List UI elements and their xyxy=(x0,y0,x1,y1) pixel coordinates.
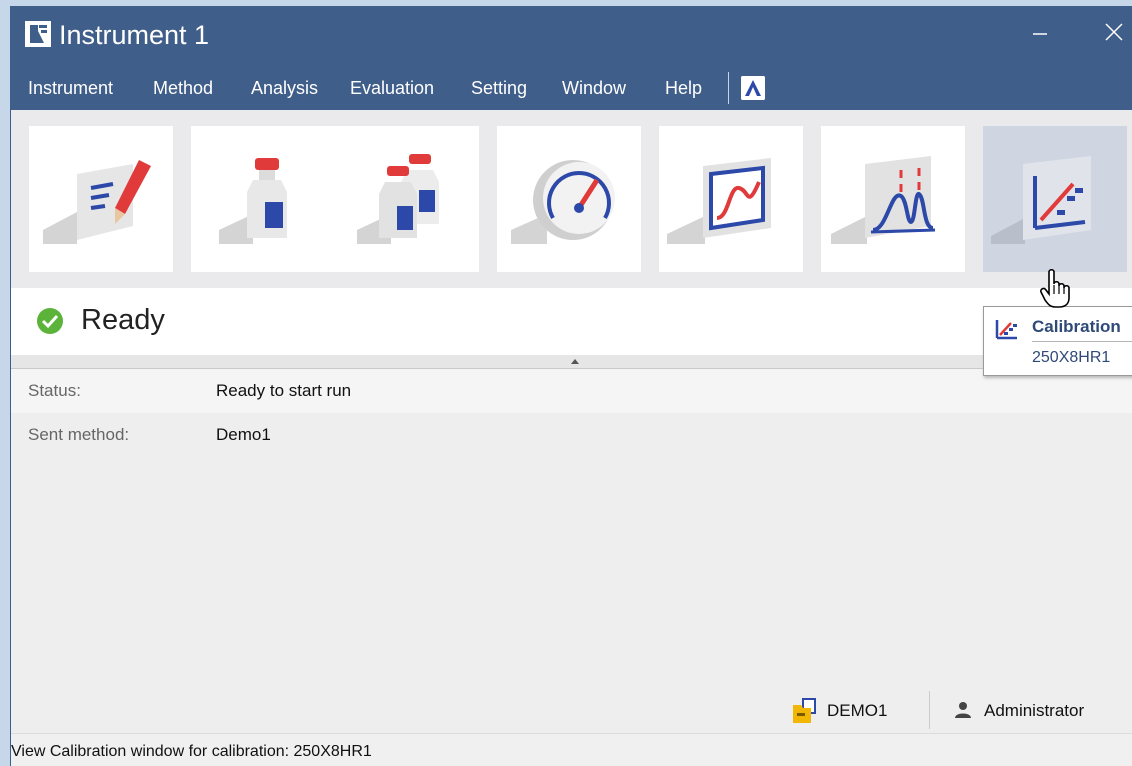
footer-bar: DEMO1 Administrator xyxy=(11,687,1132,733)
menu-bar: Instrument Method Analysis Evaluation Se… xyxy=(11,68,1132,110)
chromatogram-icon xyxy=(831,156,936,244)
sent-method-label: Sent method: xyxy=(28,425,130,444)
method-name[interactable]: DEMO1 xyxy=(827,701,887,721)
method-folder-icon[interactable] xyxy=(791,697,821,725)
minimize-icon[interactable] xyxy=(1025,18,1055,48)
instrument-window: Instrument 1 Instrument Method Analysis … xyxy=(10,6,1132,766)
status-line-text: View Calibration window for calibration:… xyxy=(11,743,372,760)
window-title: Instrument 1 xyxy=(59,20,210,50)
toolbar xyxy=(11,110,1132,288)
ready-state-text: Ready xyxy=(81,304,165,336)
panel-splitter[interactable] xyxy=(11,355,1132,369)
status-row: Status: Ready to start run xyxy=(11,369,1132,413)
menu-help[interactable]: Help xyxy=(665,78,702,99)
samples-tile[interactable] xyxy=(191,126,516,272)
edit-method-tile[interactable] xyxy=(29,126,173,272)
ready-panel: Ready xyxy=(11,288,1132,360)
close-icon[interactable] xyxy=(1099,18,1129,48)
gauge-icon xyxy=(511,160,615,244)
menu-window[interactable]: Window xyxy=(562,78,626,99)
status-value: Ready to start run xyxy=(216,381,352,400)
brand-logo-icon[interactable] xyxy=(741,76,765,100)
calibration-icon xyxy=(991,156,1091,244)
menu-method[interactable]: Method xyxy=(153,78,213,99)
details-area xyxy=(11,457,1132,687)
monitor-chart-icon xyxy=(667,158,771,244)
calibration-icon-small xyxy=(995,320,1017,340)
tooltip-title: Calibration xyxy=(1032,317,1121,336)
calibration-tooltip: Calibration 250X8HR1 xyxy=(983,306,1132,376)
menu-analysis[interactable]: Analysis xyxy=(251,78,318,99)
menu-setting[interactable]: Setting xyxy=(471,78,527,99)
hand-cursor-icon xyxy=(1040,268,1070,308)
single-sample-icon xyxy=(219,158,287,244)
chromatogram-tile[interactable] xyxy=(821,126,965,272)
title-bar: Instrument 1 xyxy=(11,6,1132,68)
check-circle-icon xyxy=(37,308,63,334)
batch-samples-icon xyxy=(357,154,439,244)
calibration-tile[interactable] xyxy=(983,126,1127,272)
sent-method-row: Sent method: Demo1 xyxy=(11,413,1132,457)
edit-method-icon xyxy=(43,160,151,244)
app-flask-icon xyxy=(25,21,51,47)
sent-method-value: Demo1 xyxy=(216,425,271,444)
tooltip-divider xyxy=(1032,341,1132,342)
tooltip-subtitle: 250X8HR1 xyxy=(1032,349,1111,366)
menu-separator xyxy=(728,72,729,104)
collapse-arrow-icon[interactable] xyxy=(571,359,579,364)
status-line: View Calibration window for calibration:… xyxy=(11,733,1132,766)
user-icon[interactable] xyxy=(953,700,973,720)
status-label: Status: xyxy=(28,381,81,400)
menu-evaluation[interactable]: Evaluation xyxy=(350,78,434,99)
monitor-tile[interactable] xyxy=(659,126,803,272)
gauge-tile[interactable] xyxy=(497,126,641,272)
menu-instrument[interactable]: Instrument xyxy=(28,78,113,99)
footer-separator xyxy=(929,691,930,729)
user-name[interactable]: Administrator xyxy=(984,701,1084,721)
